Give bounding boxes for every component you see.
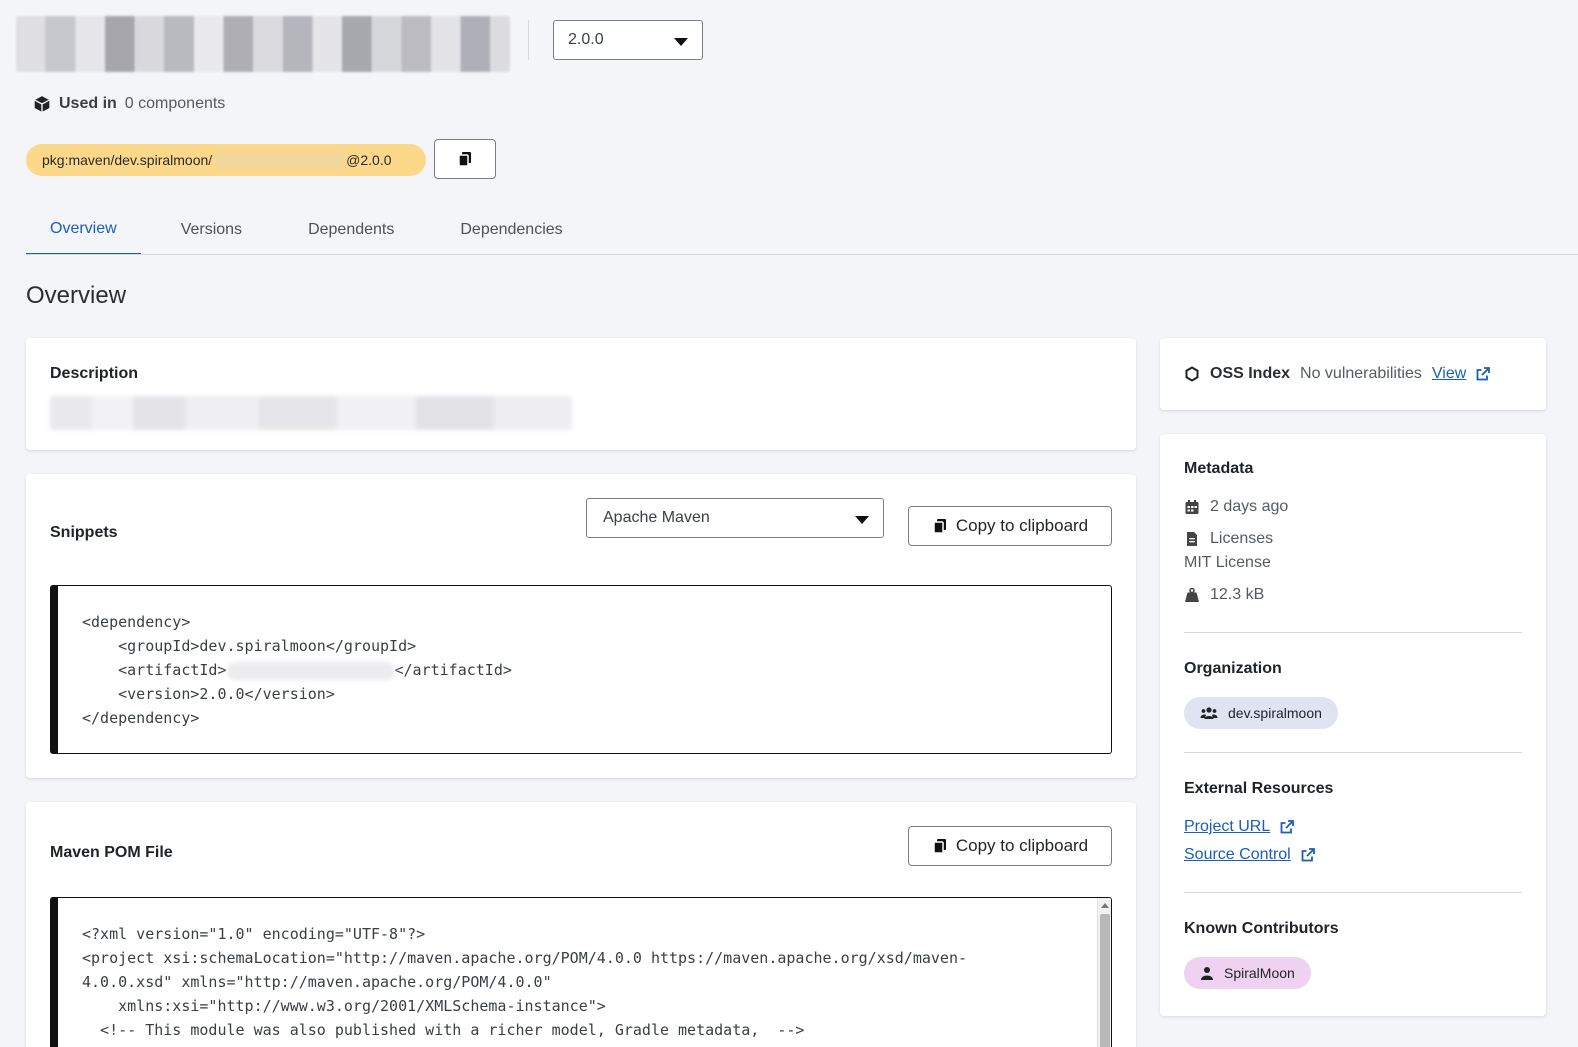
version-select-value: 2.0.0	[568, 31, 604, 48]
scrollbar-thumb[interactable]	[1100, 914, 1110, 1047]
copy-icon	[933, 839, 946, 854]
licenses-label: Licenses	[1210, 530, 1274, 547]
snippets-title: Snippets	[50, 524, 118, 541]
section-divider	[1184, 632, 1522, 633]
purl-prefix: pkg:maven/dev.spiralmoon/	[42, 152, 213, 168]
description-card	[26, 338, 1136, 450]
external-link-icon[interactable]	[1280, 820, 1295, 834]
weight-icon	[1185, 587, 1199, 602]
snippet-code-block[interactable]: <dependency> <groupId>dev.spiralmoon</gr…	[50, 585, 1112, 754]
size-value: 12.3 kB	[1210, 586, 1265, 603]
scroll-up-arrow-icon[interactable]	[1101, 903, 1109, 908]
section-divider	[1184, 752, 1522, 753]
oss-index-name: OSS Index	[1210, 365, 1291, 382]
contributors-title: Known Contributors	[1184, 920, 1339, 937]
pom-title: Maven POM File	[50, 844, 173, 861]
description-title: Description	[50, 365, 139, 382]
external-resources-title: External Resources	[1184, 780, 1334, 797]
project-url-link[interactable]: Project URL	[1184, 818, 1270, 836]
organization-chip[interactable]: dev.spiralmoon	[1184, 697, 1338, 729]
license-value: MIT License	[1184, 554, 1271, 571]
cube-icon	[34, 96, 50, 112]
licenses-row: Licenses	[1184, 530, 1273, 548]
oss-index-status: No vulnerabilities	[1300, 365, 1422, 382]
contributor-name: SpiralMoon	[1224, 965, 1295, 981]
contributor-chip[interactable]: SpiralMoon	[1184, 957, 1311, 989]
used-in-label: Used in	[59, 95, 117, 112]
page-title: Overview	[26, 282, 127, 309]
code-line: <groupId>dev.spiralmoon</groupId>	[82, 637, 417, 655]
oss-index-row: OSS Index No vulnerabilities View	[1184, 362, 1491, 386]
external-link-icon[interactable]	[1476, 367, 1491, 381]
copy-snippet-button[interactable]: Copy to clipboard	[908, 506, 1112, 546]
hexagon-icon	[1185, 366, 1199, 382]
metadata-title: Metadata	[1184, 460, 1254, 477]
last-updated-value: 2 days ago	[1210, 498, 1289, 515]
external-link-icon[interactable]	[1301, 848, 1315, 862]
header-divider	[528, 20, 529, 60]
code-line: </dependency>	[82, 709, 200, 727]
organization-title: Organization	[1184, 660, 1282, 677]
section-divider	[1184, 892, 1522, 893]
last-updated-row: 2 days ago	[1184, 498, 1288, 516]
project-url-row: Project URL	[1184, 818, 1295, 836]
code-line: 4.0.0.xsd" xmlns="http://maven.apache.or…	[82, 973, 552, 991]
version-select[interactable]: 2.0.0	[553, 20, 703, 60]
code-line: <dependency>	[82, 613, 191, 631]
size-row: 12.3 kB	[1184, 586, 1264, 604]
used-in-row: Used in 0 components	[33, 92, 225, 116]
used-in-value: 0 components	[124, 95, 226, 112]
purl-suffix: @2.0.0	[346, 152, 392, 168]
tab-dependents[interactable]: Dependents	[284, 205, 418, 255]
code-line: <!-- This module was also published with…	[82, 1021, 805, 1039]
tabs-divider	[26, 254, 1578, 255]
artifact-id-redacted	[226, 661, 395, 680]
purl-redacted	[213, 151, 346, 169]
tab-versions[interactable]: Versions	[157, 205, 266, 255]
copy-pom-button[interactable]: Copy to clipboard	[908, 826, 1112, 866]
description-redacted	[50, 396, 572, 430]
tab-overview[interactable]: Overview	[26, 205, 141, 255]
source-control-link[interactable]: Source Control	[1184, 846, 1291, 864]
build-tool-value: Apache Maven	[603, 509, 710, 526]
chevron-down-icon	[855, 516, 869, 524]
code-line: <?xml version="1.0" encoding="UTF-8"?>	[82, 925, 426, 943]
user-icon	[1201, 967, 1213, 980]
chevron-down-icon	[674, 38, 688, 46]
pom-scrollbar[interactable]	[1097, 898, 1111, 1047]
tab-bar: Overview Versions Dependents Dependencie…	[26, 205, 605, 255]
copy-purl-button[interactable]	[434, 139, 496, 179]
code-line: <version>2.0.0</version>	[82, 685, 335, 703]
build-tool-select[interactable]: Apache Maven	[586, 498, 884, 538]
pom-code-block[interactable]: <?xml version="1.0" encoding="UTF-8"?> <…	[50, 897, 1112, 1047]
copy-snippet-label: Copy to clipboard	[955, 516, 1089, 535]
code-line: xmlns:xsi="http://www.w3.org/2001/XMLSch…	[82, 997, 606, 1015]
code-line: </artifactId>	[394, 661, 512, 679]
document-icon	[1187, 532, 1197, 546]
code-line: <artifactId>	[82, 661, 227, 679]
calendar-icon	[1185, 500, 1199, 514]
copy-icon	[458, 152, 471, 167]
code-line: <project xsi:schemaLocation="http://mave…	[82, 949, 968, 967]
component-name-redacted	[16, 16, 510, 72]
source-control-row: Source Control	[1184, 846, 1315, 864]
package-url-badge: pkg:maven/dev.spiralmoon/ @2.0.0	[26, 144, 426, 176]
oss-view-link[interactable]: View	[1432, 365, 1466, 383]
users-icon	[1200, 707, 1218, 719]
organization-name: dev.spiralmoon	[1228, 705, 1322, 721]
copy-icon	[933, 519, 946, 534]
tab-dependencies[interactable]: Dependencies	[436, 205, 586, 255]
copy-pom-label: Copy to clipboard	[955, 836, 1089, 855]
